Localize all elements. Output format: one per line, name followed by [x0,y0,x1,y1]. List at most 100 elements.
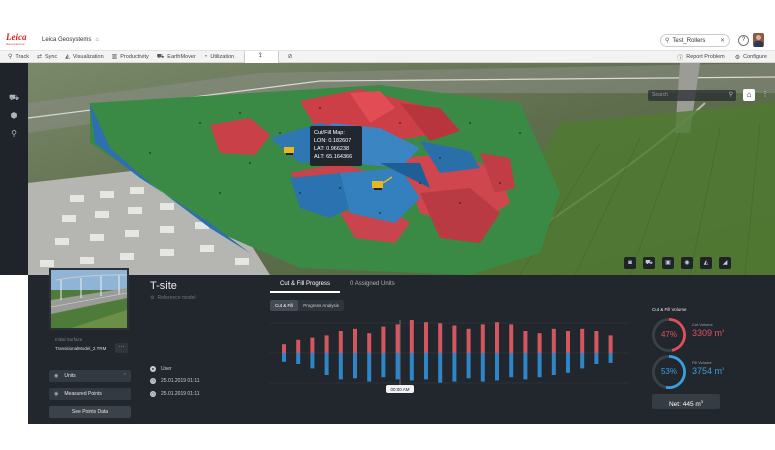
nav-productivity-label: Productivity [120,53,149,60]
fill-bar[interactable] [282,353,286,362]
subtab-progress-analysis[interactable]: Progress Analysis [298,300,344,311]
cut-bar[interactable] [495,322,499,353]
fill-bar[interactable] [381,353,386,378]
clear-search-icon[interactable]: ✕ [720,37,725,44]
configure-link[interactable]: ⚙ Configure [735,51,767,63]
cut-fill-bar-chart[interactable]: 00:00 AM [270,315,640,397]
fill-bar[interactable] [580,353,585,369]
reference-model-text: Reference model [157,295,196,301]
units-toggle[interactable]: ◉ Units ⌃ [49,370,131,382]
home-view-button[interactable]: ⌂ [743,89,755,101]
cut-bar[interactable] [338,331,343,353]
tab-cut-fill-progress[interactable]: Cut & Fill Progress [270,279,341,293]
terrain-icon[interactable]: ◭ [700,257,712,269]
home-icon: ⌂ [746,90,752,99]
fill-bar[interactable] [438,353,443,383]
see-points-data-button[interactable]: See Points Data [49,406,131,418]
unit-search-input[interactable]: ⚲ Test_Rollers ✕ [660,34,730,47]
reference-model-label[interactable]: ⚙ Reference model [150,295,196,301]
cut-bar[interactable] [438,323,443,353]
fill-bar[interactable] [466,353,471,379]
cut-bar[interactable] [608,335,613,353]
fill-bar[interactable] [395,353,400,380]
cut-bar[interactable] [551,328,556,353]
cut-percent: 47% [660,330,677,339]
measured-points-toggle[interactable]: ◉ Measured Points [49,388,131,400]
cut-bar[interactable] [324,335,329,353]
nav-utilization[interactable]: ◔ Utilization [204,51,234,63]
fill-bar[interactable] [594,353,599,364]
nav-visualization[interactable]: ◭ Visualization [65,51,103,63]
cut-bar[interactable] [537,333,542,353]
map-search-input[interactable]: Search ⚲ [648,90,736,101]
earthmover-icon: ⛟ [156,53,165,60]
measured-points-label: Measured Points [64,391,102,397]
cut-bar[interactable] [424,322,428,353]
fill-bar[interactable] [338,353,343,380]
time-marker-label[interactable]: 00:00 AM [386,385,414,393]
volume-title: Cut & Fill Volume [652,307,687,312]
cut-bar[interactable] [480,324,485,353]
nav-earthmover[interactable]: ⛟ EarthMover [157,51,196,63]
nav-compass[interactable]: ⊘ [287,51,295,63]
cut-bar[interactable] [367,333,372,353]
cut-bar[interactable] [310,337,315,353]
subtab-cut-fill[interactable]: Cut & Fill [270,300,299,311]
more-options-button[interactable]: ··· [115,343,128,353]
fill-bar[interactable] [424,353,428,380]
map-menu-button[interactable]: ⋮ [760,89,770,101]
fill-bar[interactable] [310,353,315,369]
home-icon[interactable]: ⌂ [95,37,99,43]
fill-bar[interactable] [480,353,485,382]
nav-track[interactable]: ⚲ Track [8,51,29,63]
fill-bar[interactable] [324,353,329,375]
report-problem-link[interactable]: ⓘ Report Problem [677,51,725,63]
fill-bar[interactable] [409,353,414,381]
fill-bar[interactable] [296,353,301,364]
fill-bar[interactable] [495,353,499,381]
slope-icon[interactable]: ◢ [719,257,731,269]
user-avatar[interactable] [753,33,764,47]
cut-bar[interactable] [381,326,386,353]
nav-sync[interactable]: ⇄ Sync [37,51,57,63]
map-sidebar: ⛟ ⬢ ⚲ [0,63,28,275]
fill-bar[interactable] [509,353,514,378]
logo-subtext: Geosystems [6,42,25,46]
fill-bar[interactable] [523,353,528,380]
vehicle-icon[interactable]: ⛟ [643,257,655,269]
fill-bar[interactable] [608,353,613,363]
fill-bar[interactable] [537,353,542,378]
fill-bar[interactable] [367,353,372,382]
fill-bar[interactable] [551,353,556,375]
target-icon[interactable]: ◉ [681,257,693,269]
cut-bar[interactable] [282,344,286,353]
cut-bar[interactable] [395,324,400,353]
fill-bar[interactable] [353,353,357,379]
tab-assigned-units[interactable]: 0 Assigned Units [340,279,405,293]
help-icon[interactable]: ? [738,35,749,46]
cut-bar[interactable] [580,328,585,353]
cut-bar[interactable] [353,328,357,353]
location-pin-icon[interactable]: ⚲ [9,129,19,139]
cut-bar[interactable] [409,320,414,353]
fill-bar[interactable] [566,353,570,373]
leica-logo[interactable]: Leica Geosystems [6,33,32,47]
machines-icon[interactable]: ⛟ [9,93,19,103]
layers-icon[interactable]: ▣ [662,257,674,269]
box-3d-icon[interactable]: ⬢ [9,111,19,121]
cut-bar[interactable] [523,331,528,353]
cut-bar[interactable] [466,328,471,353]
nav-survey-active[interactable]: ⟟ [244,50,280,63]
site-thumbnail[interactable] [49,268,129,330]
survey-pole-icon: ⟟ [259,53,262,59]
date-1: 25.01.2019 01:11 [161,378,200,384]
cut-bar[interactable] [566,331,570,353]
cut-bar[interactable] [452,325,457,354]
location-pin-icon: ⚲ [8,54,13,60]
nav-productivity[interactable]: ▥ Productivity [112,51,149,63]
fill-bar[interactable] [452,353,457,382]
cut-bar[interactable] [296,339,301,353]
cut-bar[interactable] [509,324,514,353]
cut-bar[interactable] [594,331,599,353]
camera-icon[interactable]: ◙ [624,257,636,269]
